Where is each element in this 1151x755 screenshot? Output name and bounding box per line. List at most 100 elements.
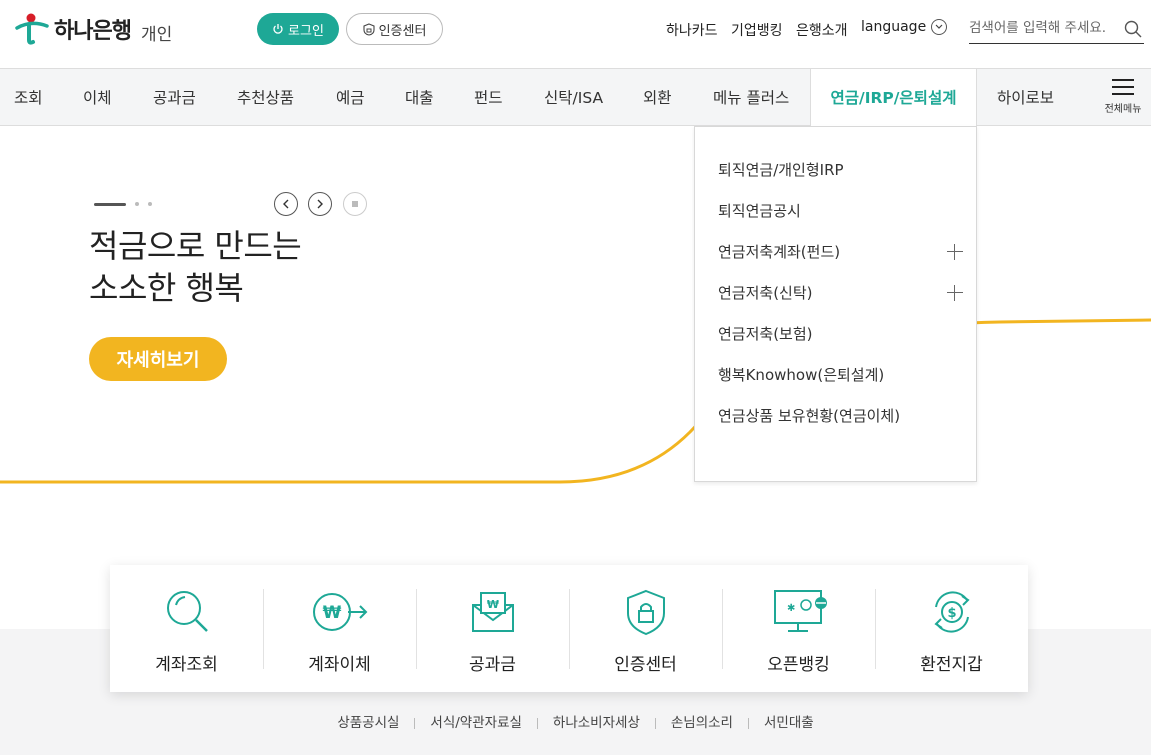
monitor-globe-icon: ✱ <box>773 590 827 632</box>
nav-item-recommended-products[interactable]: 추천상품 <box>237 69 294 125</box>
nav-item-foreign-exchange[interactable]: 외환 <box>643 69 672 125</box>
hana-logo-icon <box>15 13 49 45</box>
slide-next-button[interactable] <box>308 192 332 216</box>
hero-title-line1: 적금으로 만드는 <box>89 227 302 265</box>
nav-item-fund[interactable]: 펀드 <box>474 69 503 125</box>
chevron-left-icon <box>283 199 289 209</box>
cert-center-button[interactable]: 인증센터 <box>346 13 443 45</box>
language-label: language <box>861 19 927 35</box>
slide-stop-button[interactable] <box>343 192 367 216</box>
nav-item-deposit[interactable]: 예금 <box>336 69 365 125</box>
quick-item-utility-bills[interactable]: ₩ 공과금 <box>416 565 569 692</box>
submenu-item-pension-holdings[interactable]: 연금상품 보유현황(연금이체) <box>718 405 963 427</box>
nav-item-inquiry[interactable]: 조회 <box>14 69 43 125</box>
footer-link-customer-voice[interactable]: 손님의소리 <box>671 715 733 731</box>
quick-item-label: 인증센터 <box>614 655 677 675</box>
cert-center-label: 인증센터 <box>378 23 427 39</box>
search-input[interactable] <box>969 14 1114 42</box>
quick-item-open-banking[interactable]: ✱ 오픈뱅킹 <box>722 565 875 692</box>
submenu-item-happiness-knowhow[interactable]: 행복Knowhow(은퇴설계) <box>718 364 963 386</box>
submenu-item-label: 연금저축(보험) <box>718 325 813 343</box>
footer-divider <box>747 717 749 729</box>
quick-item-exchange-wallet[interactable]: $ 환전지갑 <box>875 565 1028 692</box>
quick-item-label: 오픈뱅킹 <box>767 655 830 675</box>
footer-links: 상품공시실 서식/약관자료실 하나소비자세상 손님의소리 서민대출 <box>0 711 1151 731</box>
submenu-item-label: 연금상품 보유현황(연금이체) <box>718 407 901 425</box>
slide-indicator <box>94 202 152 206</box>
quick-item-account-inquiry[interactable]: 계좌조회 <box>110 565 263 692</box>
slide-indicator-active[interactable] <box>94 202 126 206</box>
top-link-hanacard[interactable]: 하나카드 <box>666 20 718 40</box>
nav-item-transfer[interactable]: 이체 <box>83 69 112 125</box>
hana-bank-logo[interactable]: 하나은행 개인 <box>14 12 172 46</box>
quick-menu: 계좌조회 ₩ 계좌이체 ₩ 공과금 인증센터 ✱ 오픈뱅킹 $ 환전지갑 <box>110 565 1028 692</box>
submenu-item-retirement-pension-irp[interactable]: 퇴직연금/개인형IRP <box>718 159 963 181</box>
logo-subtitle: 개인 <box>140 24 173 45</box>
page: 하나은행 개인 로그인 인증센터 하나카드 기업뱅킹 은행소개 language <box>0 0 1151 755</box>
chevron-right-icon <box>317 199 323 209</box>
svg-text:✱: ✱ <box>787 603 795 614</box>
svg-text:₩: ₩ <box>322 603 341 623</box>
expand-plus-icon[interactable] <box>947 285 963 301</box>
submenu-item-pension-savings-fund[interactable]: 연금저축계좌(펀드) <box>718 241 963 263</box>
shield-lock-icon <box>363 22 375 36</box>
hero-banner: 적금으로 만드는 소소한 행복 자세히보기 <box>0 127 1151 567</box>
search-box <box>969 14 1144 44</box>
header: 하나은행 개인 로그인 인증센터 하나카드 기업뱅킹 은행소개 language <box>0 0 1151 68</box>
submenu-item-pension-savings-trust[interactable]: 연금저축(신탁) <box>718 282 963 304</box>
top-link-corporate-banking[interactable]: 기업뱅킹 <box>731 20 783 40</box>
submenu-item-label: 행복Knowhow(은퇴설계) <box>718 366 885 384</box>
quick-item-label: 공과금 <box>469 655 516 675</box>
nav-item-utility-bills[interactable]: 공과금 <box>153 69 196 125</box>
submenu-item-label: 연금저축계좌(펀드) <box>718 243 841 261</box>
logo-text: 하나은행 <box>54 19 132 44</box>
shield-lock-icon <box>626 589 665 636</box>
search-icon[interactable] <box>1124 20 1142 38</box>
nav-item-menu-plus[interactable]: 메뉴 플러스 <box>713 69 789 125</box>
footer-link-consumer-world[interactable]: 하나소비자세상 <box>553 715 640 731</box>
language-selector[interactable]: language <box>861 19 948 35</box>
login-label: 로그인 <box>288 23 324 39</box>
footer-divider <box>536 717 538 729</box>
won-transfer-icon: ₩ <box>312 593 367 631</box>
dollar-exchange-icon: $ <box>933 591 970 633</box>
all-menu-button[interactable]: 전체메뉴 <box>1101 79 1145 115</box>
quick-item-label: 환전지갑 <box>920 655 983 675</box>
nav-item-hairobo[interactable]: 하이로보 <box>997 69 1054 125</box>
chevron-down-icon <box>931 19 948 35</box>
pension-submenu-dropdown: 퇴직연금/개인형IRP 퇴직연금공시 연금저축계좌(펀드) 연금저축(신탁) 연… <box>694 126 977 482</box>
login-button[interactable]: 로그인 <box>257 13 339 45</box>
quick-item-cert-center[interactable]: 인증센터 <box>569 565 722 692</box>
submenu-item-label: 연금저축(신탁) <box>718 284 813 302</box>
slide-indicator-dot[interactable] <box>148 202 152 206</box>
footer-link-forms-terms[interactable]: 서식/약관자료실 <box>430 715 522 731</box>
all-menu-label: 전체메뉴 <box>1104 104 1142 115</box>
quick-item-label: 계좌이체 <box>308 655 371 675</box>
hero-title-line2: 소소한 행복 <box>89 269 244 307</box>
nav-item-loan[interactable]: 대출 <box>405 69 434 125</box>
bill-envelope-icon: ₩ <box>471 592 514 632</box>
hero-detail-button[interactable]: 자세히보기 <box>89 337 227 381</box>
submenu-item-label: 퇴직연금/개인형IRP <box>718 161 844 179</box>
svg-text:₩: ₩ <box>486 598 498 611</box>
nav-item-trust-isa[interactable]: 신탁/ISA <box>544 69 603 125</box>
main-nav: 조회 이체 공과금 추천상품 예금 대출 펀드 신탁/ISA 외환 메뉴 플러스… <box>0 68 1151 126</box>
footer-divider <box>654 717 656 729</box>
submenu-item-retirement-pension-disclosure[interactable]: 퇴직연금공시 <box>718 200 963 222</box>
hamburger-icon <box>1101 79 1145 95</box>
submenu-item-label: 퇴직연금공시 <box>718 202 801 220</box>
slide-prev-button[interactable] <box>274 192 298 216</box>
quick-item-account-transfer[interactable]: ₩ 계좌이체 <box>263 565 416 692</box>
svg-text:$: $ <box>947 606 956 621</box>
hero-title: 적금으로 만드는 소소한 행복 <box>89 225 302 309</box>
stop-icon <box>352 201 358 207</box>
nav-item-pension-irp[interactable]: 연금/IRP/은퇴설계 <box>810 69 977 126</box>
slide-indicator-dot[interactable] <box>135 202 139 206</box>
expand-plus-icon[interactable] <box>947 244 963 260</box>
quick-item-label: 계좌조회 <box>155 655 218 675</box>
footer-link-product-disclosure[interactable]: 상품공시실 <box>337 715 399 731</box>
footer-divider <box>414 717 416 729</box>
top-link-bank-intro[interactable]: 은행소개 <box>796 20 848 40</box>
submenu-item-pension-savings-insurance[interactable]: 연금저축(보험) <box>718 323 963 345</box>
footer-link-low-income-loan[interactable]: 서민대출 <box>764 715 814 731</box>
